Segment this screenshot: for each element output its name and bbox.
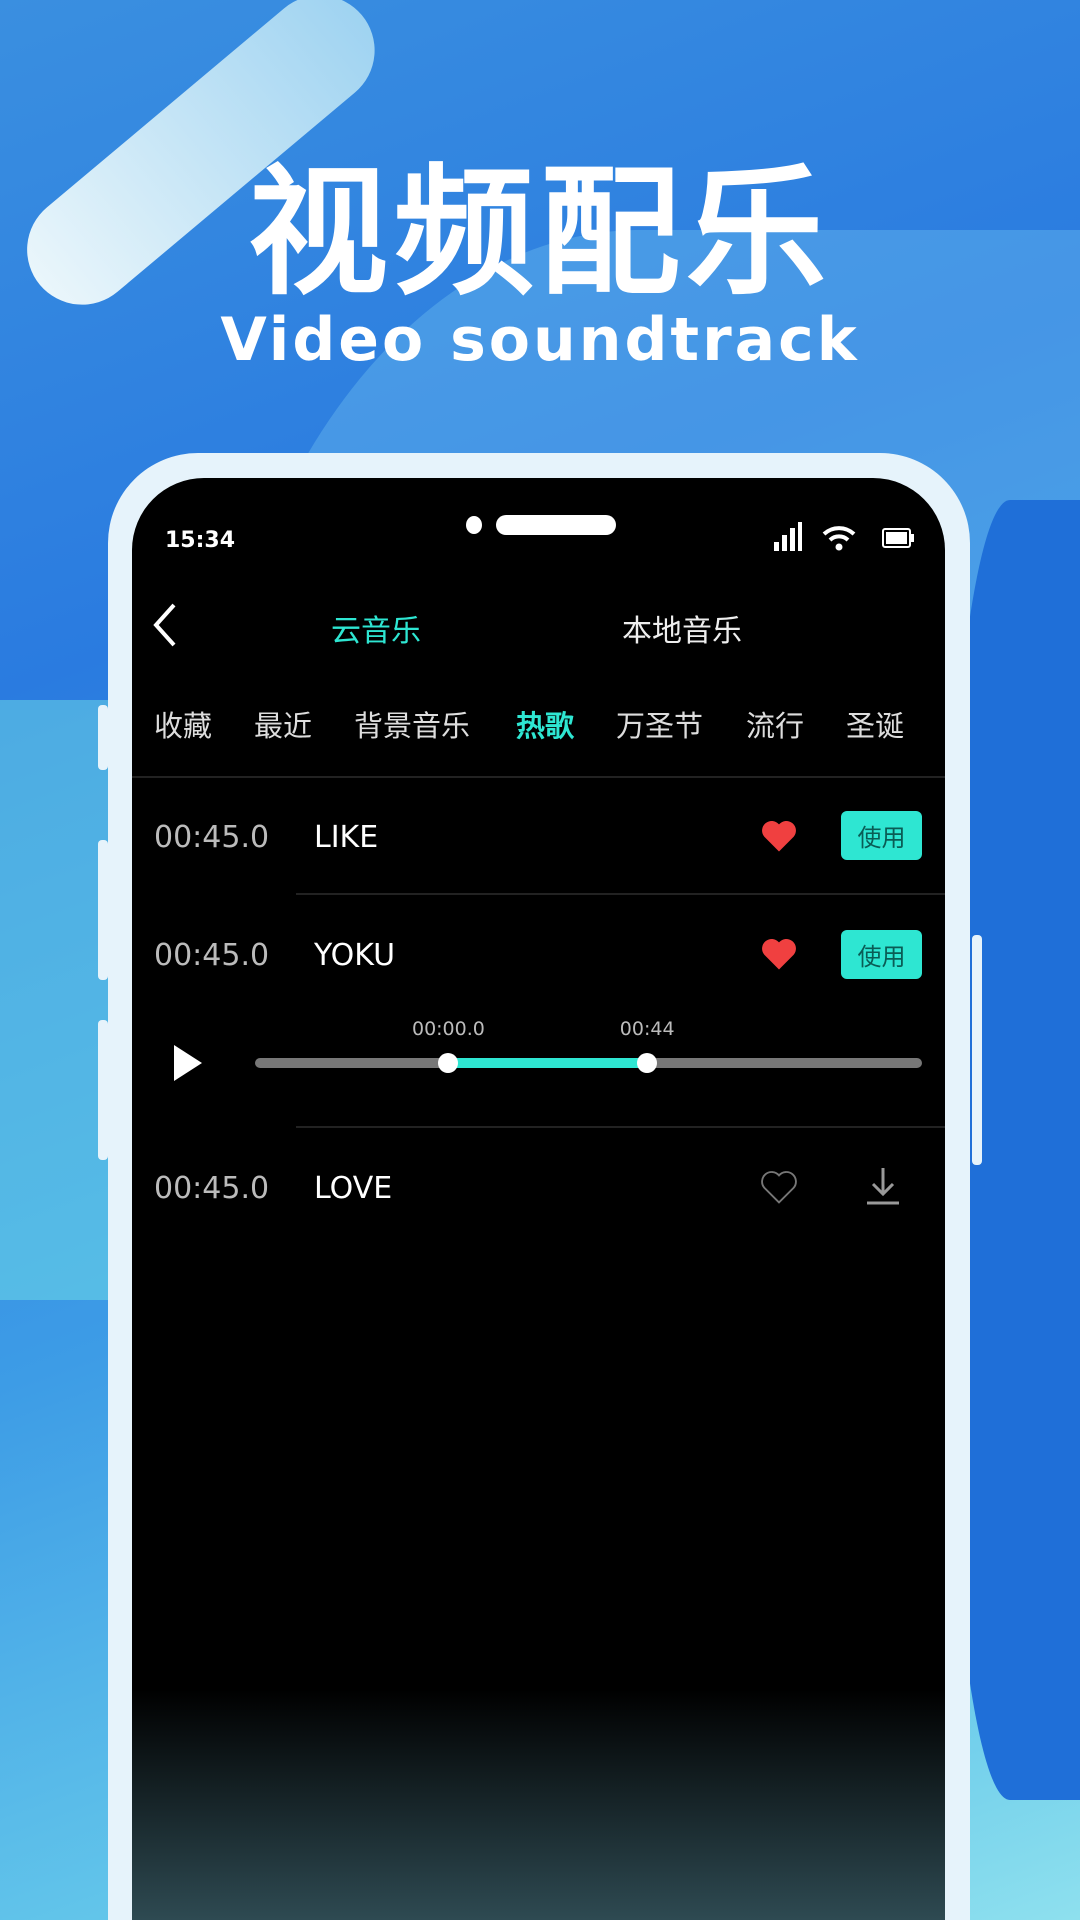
track-name[interactable]: YOKU — [314, 938, 395, 973]
heart-outline-icon[interactable] — [760, 1170, 798, 1204]
wifi-icon — [822, 526, 856, 551]
category-recent[interactable]: 最近 — [254, 703, 312, 745]
trim-end-label: 00:44 — [619, 1018, 675, 1040]
phone-side-button — [98, 705, 108, 770]
track-duration: 00:45.0 — [154, 938, 270, 973]
trim-start-handle[interactable] — [438, 1053, 459, 1073]
category-christmas[interactable]: 圣诞 — [846, 703, 904, 745]
divider — [132, 776, 945, 778]
chevron-left-icon[interactable] — [152, 603, 178, 647]
banner-title: 视频配乐 — [247, 152, 832, 315]
trim-start-label: 00:00.0 — [411, 1018, 485, 1040]
play-icon[interactable] — [172, 1043, 204, 1083]
phone-side-button — [98, 840, 108, 980]
category-pop[interactable]: 流行 — [746, 703, 804, 745]
divider — [296, 1126, 945, 1128]
category-background-music[interactable]: 背景音乐 — [354, 703, 470, 745]
speaker-pill — [496, 515, 616, 535]
heart-filled-icon[interactable] — [760, 937, 798, 971]
banner-subtitle: Video soundtrack — [220, 305, 860, 375]
track-name[interactable]: LIKE — [314, 820, 378, 855]
trim-end-handle[interactable] — [637, 1053, 658, 1073]
camera-dot — [466, 516, 482, 534]
category-favorites[interactable]: 收藏 — [154, 703, 212, 745]
divider — [296, 893, 945, 895]
heart-filled-icon[interactable] — [760, 819, 798, 853]
tab-cloud-music[interactable]: 云音乐 — [331, 606, 421, 650]
trim-slider[interactable]: 00:00.0 00:44 — [255, 1018, 922, 1073]
battery-icon — [882, 528, 914, 548]
track-duration: 00:45.0 — [154, 1171, 270, 1206]
trim-selection — [448, 1058, 648, 1068]
tab-local-music[interactable]: 本地音乐 — [622, 606, 742, 650]
category-hot-songs[interactable]: 热歌 — [516, 703, 574, 745]
status-time: 15:34 — [165, 528, 236, 553]
use-button[interactable]: 使用 — [841, 930, 922, 979]
category-halloween[interactable]: 万圣节 — [616, 703, 703, 745]
phone-side-button — [98, 1020, 108, 1160]
track-name[interactable]: LOVE — [314, 1171, 392, 1206]
download-icon[interactable] — [865, 1166, 901, 1206]
phone-side-button — [972, 935, 982, 1165]
use-button[interactable]: 使用 — [841, 811, 922, 860]
signal-icon — [774, 522, 802, 551]
track-duration: 00:45.0 — [154, 820, 270, 855]
phone-screen: 15:34 云音乐 本地音乐 收藏 最近 背景音乐 热歌 万圣节 流行 圣诞 0… — [132, 478, 945, 1920]
